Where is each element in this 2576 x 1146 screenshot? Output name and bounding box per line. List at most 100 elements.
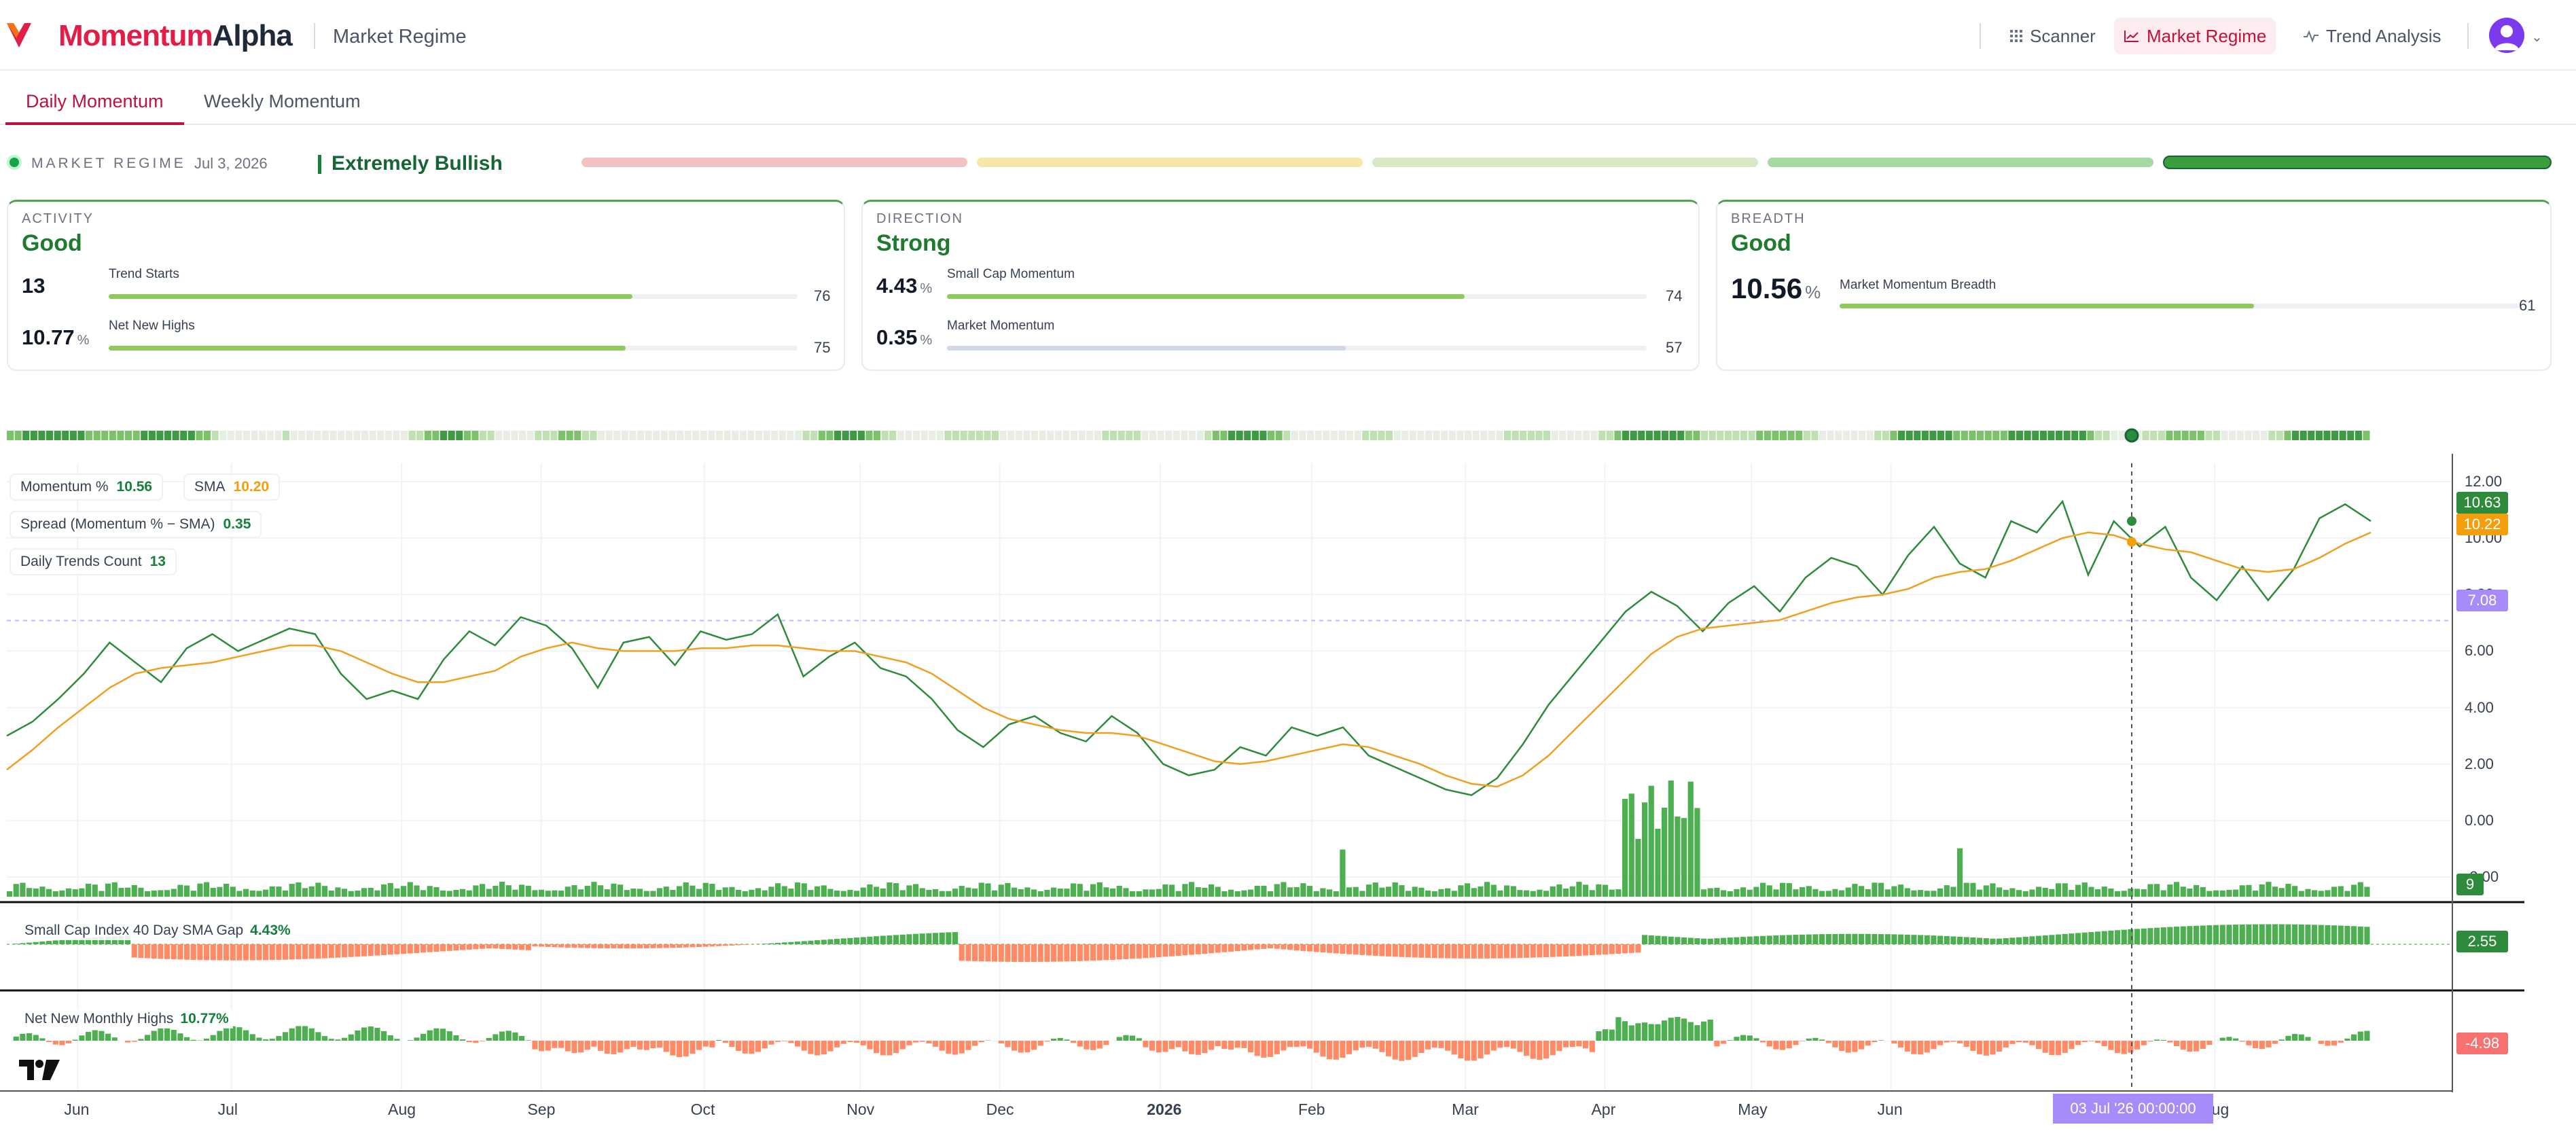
nnh-bar	[414, 1037, 420, 1041]
trends-count-bar	[1451, 891, 1457, 897]
smallcap-bar	[1622, 944, 1628, 954]
trends-count-bar	[525, 885, 531, 897]
heat-cell	[2284, 431, 2291, 440]
nnh-bar	[512, 1032, 518, 1041]
nnh-bar	[1103, 1041, 1109, 1045]
smallcap-bar	[322, 944, 328, 959]
trends-count-bar	[342, 889, 348, 897]
heat-cell	[1189, 431, 1196, 440]
trends-count-bar	[657, 888, 663, 897]
heat-cell	[1953, 431, 1961, 440]
trends-count-bar	[663, 887, 669, 897]
smallcap-bar	[466, 944, 472, 950]
nnh-bar	[1221, 1041, 1228, 1050]
heat-cell	[164, 431, 172, 440]
smallcap-bar	[1583, 944, 1589, 956]
smallcap-bar	[2325, 925, 2331, 944]
smallcap-bar	[387, 944, 393, 955]
smallcap-bar	[2154, 927, 2160, 944]
nav-scanner[interactable]: Scanner	[2000, 18, 2105, 54]
nnh-bar	[1812, 1037, 1819, 1041]
heat-cell	[1622, 431, 1630, 440]
nnh-bar	[1471, 1041, 1477, 1061]
nnh-bar	[151, 1031, 157, 1041]
heat-cell	[424, 431, 431, 440]
trends-count-bar	[2154, 884, 2160, 897]
heat-cell	[1921, 431, 1929, 440]
smallcap-bar	[1327, 944, 1333, 953]
heat-cell	[1614, 431, 1622, 440]
regime-status-marker	[318, 155, 321, 174]
nnh-bar	[263, 1039, 269, 1041]
trends-count-bar	[1806, 886, 1812, 897]
nnh-bar	[1773, 1041, 1779, 1050]
heat-cell	[763, 431, 770, 440]
legend-momentum[interactable]: Momentum % 10.56	[10, 473, 164, 501]
nnh-bar	[657, 1041, 663, 1048]
nnh-bar	[315, 1032, 321, 1041]
heat-cell	[1275, 431, 1283, 440]
tab-weekly-momentum[interactable]: Weekly Momentum	[183, 91, 381, 125]
nav-market-regime[interactable]: Market Regime	[2114, 18, 2276, 54]
heat-cell	[440, 431, 448, 440]
nnh-bar	[650, 1041, 656, 1049]
heat-cell	[968, 431, 976, 440]
nnh-bar	[1924, 1041, 1930, 1053]
smallcap-bar	[1189, 944, 1195, 955]
trends-count-bar	[1589, 890, 1595, 897]
legend-sma[interactable]: SMA 10.20	[183, 473, 281, 501]
smallcap-bar	[965, 944, 971, 961]
trends-count-bar	[558, 891, 565, 897]
nnh-label: Net New Monthly Highs	[24, 1011, 174, 1026]
trends-count-bar	[2134, 889, 2141, 897]
heat-cell	[1314, 431, 1322, 440]
trends-count-bar	[1143, 889, 1149, 897]
smallcap-bar	[171, 944, 177, 960]
x-tick-label: Jun	[1877, 1100, 1903, 1118]
nnh-bar	[2272, 1041, 2278, 1044]
user-avatar[interactable]	[2489, 18, 2524, 53]
legend-spread[interactable]: Spread (Momentum % − SMA) 0.35	[10, 511, 262, 538]
tradingview-logo-icon[interactable]	[19, 1058, 61, 1081]
heat-cell	[677, 431, 684, 440]
nnh-bar	[1701, 1021, 1707, 1041]
chevron-down-icon[interactable]: ⌄	[2531, 29, 2543, 46]
smallcap-bar	[1471, 944, 1477, 959]
smallcap-bar	[2292, 924, 2298, 944]
brand-name[interactable]: MomentumAlpha	[58, 19, 293, 53]
heat-cell	[1645, 431, 1653, 440]
heat-cell	[227, 431, 234, 440]
smallcap-bar	[1071, 944, 1077, 962]
trends-count-bar	[1116, 885, 1122, 897]
smallcap-bar	[1418, 944, 1425, 958]
smallcap-bar	[1143, 944, 1149, 959]
momentum-chart[interactable]	[0, 408, 2576, 1146]
trends-count-bar	[230, 887, 236, 897]
heat-cell	[2315, 431, 2323, 440]
nnh-bar	[887, 1041, 893, 1056]
trends-count-bar	[2088, 887, 2094, 897]
tab-daily-momentum[interactable]: Daily Momentum	[5, 91, 184, 125]
nnh-bar	[1077, 1041, 1083, 1047]
trends-count-bar	[565, 887, 571, 897]
smallcap-bar	[256, 944, 262, 961]
smallcap-bar	[1254, 944, 1260, 950]
nnh-bar	[2016, 1041, 2022, 1043]
nnh-bar	[874, 1041, 880, 1054]
legend-momentum-value: 10.56	[116, 479, 153, 495]
nnh-bar	[1681, 1018, 1687, 1041]
heat-cell	[1977, 431, 1984, 440]
heat-cell	[1196, 431, 1204, 440]
heat-cell	[1299, 431, 1306, 440]
smallcap-bar	[433, 944, 440, 952]
heat-cell	[1393, 431, 1401, 440]
trends-count-bar	[2312, 890, 2318, 897]
nav-trend-analysis[interactable]: Trend Analysis	[2293, 18, 2451, 54]
regime-status-dot	[7, 155, 22, 170]
heat-cell	[810, 431, 818, 440]
smallcap-bar	[1057, 944, 1063, 962]
smallcap-bar	[933, 933, 939, 944]
legend-trends[interactable]: Daily Trends Count 13	[10, 548, 177, 575]
breadth-card: BREADTH Good 10.56% Market Momentum Brea…	[1716, 200, 2552, 371]
smallcap-bar	[427, 944, 433, 952]
